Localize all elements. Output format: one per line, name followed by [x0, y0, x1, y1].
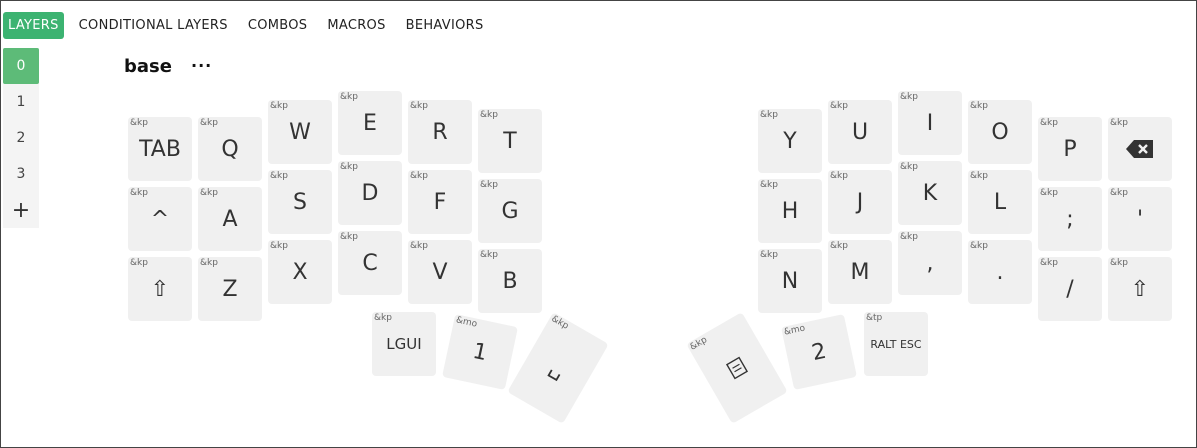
- key-label: I: [926, 110, 934, 136]
- key-12[interactable]: &kp ^: [128, 187, 192, 251]
- key-16[interactable]: &kp F: [408, 170, 472, 234]
- nav-layers[interactable]: LAYERS: [3, 12, 64, 39]
- key-21[interactable]: &kp L: [968, 170, 1032, 234]
- key-19[interactable]: &kp J: [828, 170, 892, 234]
- key-28[interactable]: &kp V: [408, 240, 472, 304]
- key-15[interactable]: &kp D: [338, 161, 402, 225]
- key-30[interactable]: &kp N: [758, 249, 822, 313]
- layer-item-0[interactable]: 0: [3, 48, 39, 84]
- key-23[interactable]: &kp ': [1108, 187, 1172, 251]
- key-label: T: [503, 128, 517, 154]
- key-label: R: [432, 119, 448, 145]
- key-label: D: [361, 180, 379, 206]
- key-8[interactable]: &kp I: [898, 91, 962, 155]
- key-3[interactable]: &kp E: [338, 91, 402, 155]
- key-35[interactable]: &kp ⇧: [1108, 257, 1172, 321]
- key-13[interactable]: &kp A: [198, 187, 262, 251]
- key-22[interactable]: &kp;: [1038, 187, 1102, 251]
- key-40[interactable]: &mo 2: [781, 314, 857, 390]
- key-label: P: [1063, 136, 1077, 162]
- nav-conditional-layers[interactable]: CONDITIONAL LAYERS: [79, 12, 228, 39]
- key-label: .: [996, 259, 1004, 285]
- layer-name[interactable]: base: [124, 56, 172, 77]
- key-label: L: [993, 189, 1007, 215]
- key-label: F: [433, 189, 447, 215]
- key-4[interactable]: &kp R: [408, 100, 472, 164]
- nav-behaviors[interactable]: BEHAVIORS: [406, 12, 484, 39]
- key-36[interactable]: &kp LGUI: [372, 312, 436, 376]
- key-label: W: [289, 119, 311, 145]
- layer-item-2[interactable]: 2: [3, 120, 39, 156]
- layer-list: 0 1 2 3 +: [3, 48, 39, 228]
- key-label: A: [222, 206, 238, 232]
- layer-item-3[interactable]: 3: [3, 156, 39, 192]
- key-label: J: [856, 189, 864, 215]
- key-33[interactable]: &kp.: [968, 240, 1032, 304]
- key-41[interactable]: &tp RALT ESC: [864, 312, 928, 376]
- key-label: M: [850, 259, 870, 285]
- key-37[interactable]: &mo 1: [442, 314, 518, 390]
- key-label: LGUI: [386, 335, 422, 353]
- key-label: E: [363, 110, 377, 136]
- key-14[interactable]: &kp S: [268, 170, 332, 234]
- key-11[interactable]: &kp: [1108, 117, 1172, 181]
- key-label: 1: [470, 338, 490, 366]
- key-label: S: [293, 189, 307, 215]
- nav-macros[interactable]: MACROS: [327, 12, 385, 39]
- backspace-icon: [1108, 117, 1172, 181]
- key-label: N: [781, 268, 799, 294]
- key-29[interactable]: &kp B: [478, 249, 542, 313]
- add-layer-button[interactable]: +: [3, 192, 39, 228]
- key-label: ⇧: [150, 276, 170, 302]
- key-1[interactable]: &kp Q: [198, 117, 262, 181]
- key-label: Z: [222, 276, 238, 302]
- key-label: RALT ESC: [870, 337, 922, 351]
- key-32[interactable]: &kp,: [898, 231, 962, 295]
- key-label: K: [922, 180, 938, 206]
- key-24[interactable]: &kp ⇧: [128, 257, 192, 321]
- key-label: Y: [783, 128, 797, 154]
- key-label: G: [501, 198, 519, 224]
- key-label: X: [292, 259, 308, 285]
- key-label: Q: [221, 136, 239, 162]
- key-10[interactable]: &kp P: [1038, 117, 1102, 181]
- key-27[interactable]: &kp C: [338, 231, 402, 295]
- key-label: TAB: [139, 136, 181, 162]
- key-6[interactable]: &kp Y: [758, 109, 822, 173]
- key-label: /: [1066, 276, 1074, 302]
- key-5[interactable]: &kp T: [478, 109, 542, 173]
- key-34[interactable]: &kp /: [1038, 257, 1102, 321]
- top-nav: LAYERS CONDITIONAL LAYERS COMBOS MACROS …: [3, 12, 504, 39]
- key-25[interactable]: &kp Z: [198, 257, 262, 321]
- key-label: ;: [1066, 206, 1074, 232]
- key-26[interactable]: &kp X: [268, 240, 332, 304]
- key-7[interactable]: &kp U: [828, 100, 892, 164]
- layer-item-1[interactable]: 1: [3, 84, 39, 120]
- key-20[interactable]: &kp K: [898, 161, 962, 225]
- layer-menu-button[interactable]: ···: [191, 56, 212, 75]
- key-31[interactable]: &kp M: [828, 240, 892, 304]
- key-2[interactable]: &kp W: [268, 100, 332, 164]
- key-label: 2: [809, 338, 829, 366]
- key-label: ': [1136, 206, 1144, 232]
- key-0[interactable]: &kp TAB: [128, 117, 192, 181]
- nav-combos[interactable]: COMBOS: [248, 12, 308, 39]
- key-label: U: [851, 119, 869, 145]
- key-label: V: [432, 259, 448, 285]
- key-label: C: [362, 250, 378, 276]
- key-label: ^: [150, 206, 170, 232]
- key-17[interactable]: &kp G: [478, 179, 542, 243]
- key-9[interactable]: &kp O: [968, 100, 1032, 164]
- key-label: B: [502, 268, 518, 294]
- key-label: O: [991, 119, 1009, 145]
- key-label: H: [781, 198, 799, 224]
- key-label: ,: [926, 250, 934, 276]
- key-18[interactable]: &kp H: [758, 179, 822, 243]
- key-label: ⇧: [1130, 276, 1150, 302]
